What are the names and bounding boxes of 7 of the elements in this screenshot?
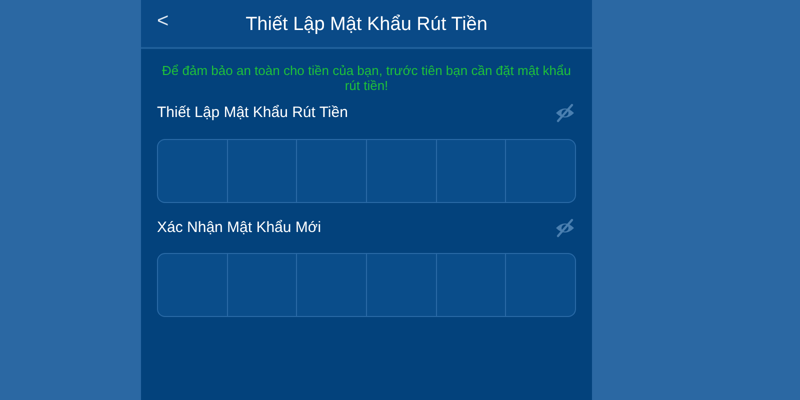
field-label: Xác Nhận Mật Khẩu Mới xyxy=(157,218,322,238)
back-button[interactable]: < xyxy=(153,9,173,33)
hidden-eye-icon[interactable] xyxy=(554,218,576,238)
page-title: Thiết Lập Mật Khẩu Rút Tiền xyxy=(246,13,488,37)
hidden-eye-icon[interactable] xyxy=(554,103,576,124)
field-label: Thiết Lập Mật Khẩu Rút Tiền xyxy=(157,103,348,123)
notice-text: Để đảm bảo an toàn cho tiền của bạn, trước tiên bạn cần đặt mật khẩu rút tiền! xyxy=(161,62,572,93)
